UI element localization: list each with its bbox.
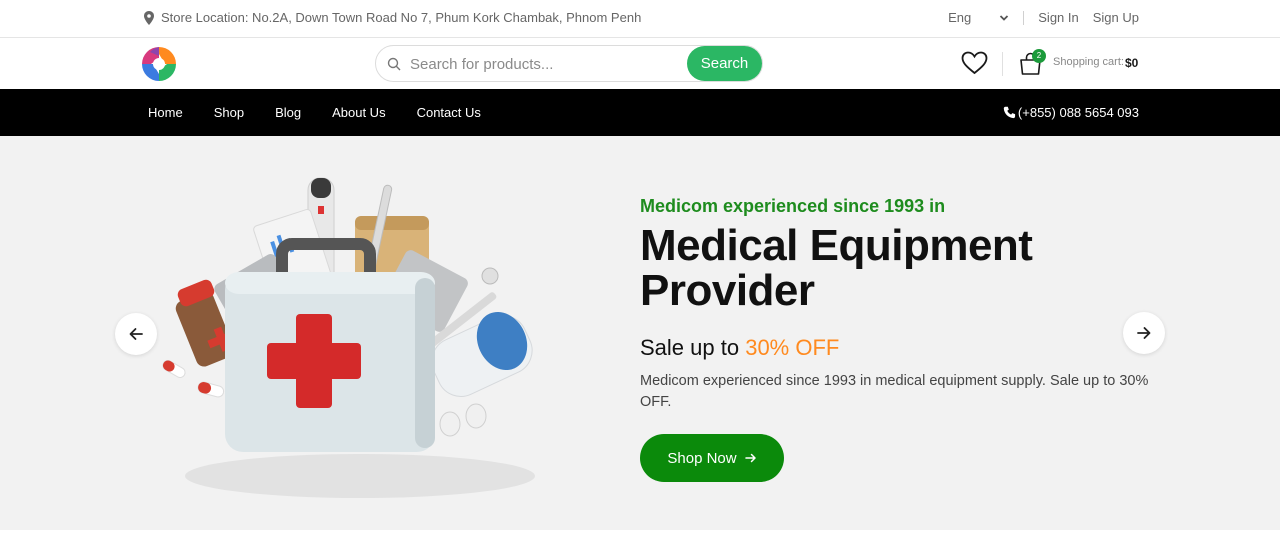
first-aid-kit-illustration bbox=[162, 177, 535, 498]
phone-contact[interactable]: (+855) 088 5654 093 bbox=[1003, 105, 1139, 120]
logo[interactable] bbox=[141, 46, 177, 82]
language-select[interactable]: Eng bbox=[948, 10, 1009, 25]
search-input[interactable] bbox=[410, 54, 680, 74]
search-bar: Search bbox=[375, 45, 763, 82]
nav-contact-us[interactable]: Contact Us bbox=[417, 105, 481, 120]
hero-description: Medicom experienced since 1993 in medica… bbox=[640, 373, 1149, 410]
search-icon bbox=[387, 57, 401, 71]
hero-headline-line1: Medical Equipment bbox=[640, 221, 1033, 270]
hero-text: Medicom experienced since 1993 in Medica… bbox=[640, 196, 1170, 482]
arrow-right-icon bbox=[744, 453, 756, 463]
shop-now-button[interactable]: Shop Now bbox=[640, 434, 784, 482]
divider bbox=[1002, 52, 1003, 76]
cart-label: Shopping cart: bbox=[1053, 56, 1124, 68]
search-button[interactable]: Search bbox=[687, 46, 762, 81]
location-pin-icon bbox=[144, 10, 154, 25]
nav-home[interactable]: Home bbox=[148, 105, 183, 120]
divider bbox=[1023, 10, 1025, 25]
heart-icon[interactable] bbox=[961, 51, 988, 75]
nav-about-us[interactable]: About Us bbox=[332, 105, 385, 120]
nav-shop[interactable]: Shop bbox=[214, 105, 244, 120]
hero-banner: Medicom experienced since 1993 in Medica… bbox=[0, 136, 1280, 530]
store-location: Store Location: No.2A, Down Town Road No… bbox=[143, 10, 641, 25]
phone-number: (+855) 088 5654 093 bbox=[1017, 105, 1139, 120]
sale-accent: 30% OFF bbox=[745, 335, 840, 360]
cart-count-badge: 2 bbox=[1032, 49, 1046, 63]
hero-sale-text: Sale up to 30% OFF bbox=[640, 335, 1170, 361]
top-bar: Store Location: No.2A, Down Town Road No… bbox=[0, 0, 1280, 38]
main-nav: Home Shop Blog About Us Contact Us (+855… bbox=[0, 89, 1280, 136]
arrow-left-icon bbox=[129, 328, 143, 340]
cart-total: $0 bbox=[1125, 56, 1139, 70]
language-label: Eng bbox=[948, 10, 972, 25]
phone-icon bbox=[1003, 106, 1016, 119]
nav-blog[interactable]: Blog bbox=[275, 105, 301, 120]
nav-links: Home Shop Blog About Us Contact Us bbox=[148, 89, 512, 136]
sign-up-link[interactable]: Sign Up bbox=[1093, 10, 1139, 25]
header: Search 2 Shopping cart: $0 bbox=[0, 39, 1280, 89]
chevron-down-icon bbox=[1000, 14, 1009, 21]
store-location-text: Store Location: No.2A, Down Town Road No… bbox=[161, 10, 642, 25]
sale-prefix: Sale up to bbox=[640, 335, 740, 360]
hero-eyebrow: Medicom experienced since 1993 in bbox=[640, 196, 946, 216]
carousel-prev-button[interactable] bbox=[115, 313, 157, 355]
hero-headline-line2: Provider bbox=[640, 266, 815, 315]
hero-headline: Medical Equipment Provider bbox=[640, 223, 1170, 313]
shop-now-label: Shop Now bbox=[667, 449, 737, 467]
sign-in-link[interactable]: Sign In bbox=[1038, 10, 1078, 25]
topbar-actions: Eng Sign In Sign Up bbox=[948, 10, 1139, 25]
